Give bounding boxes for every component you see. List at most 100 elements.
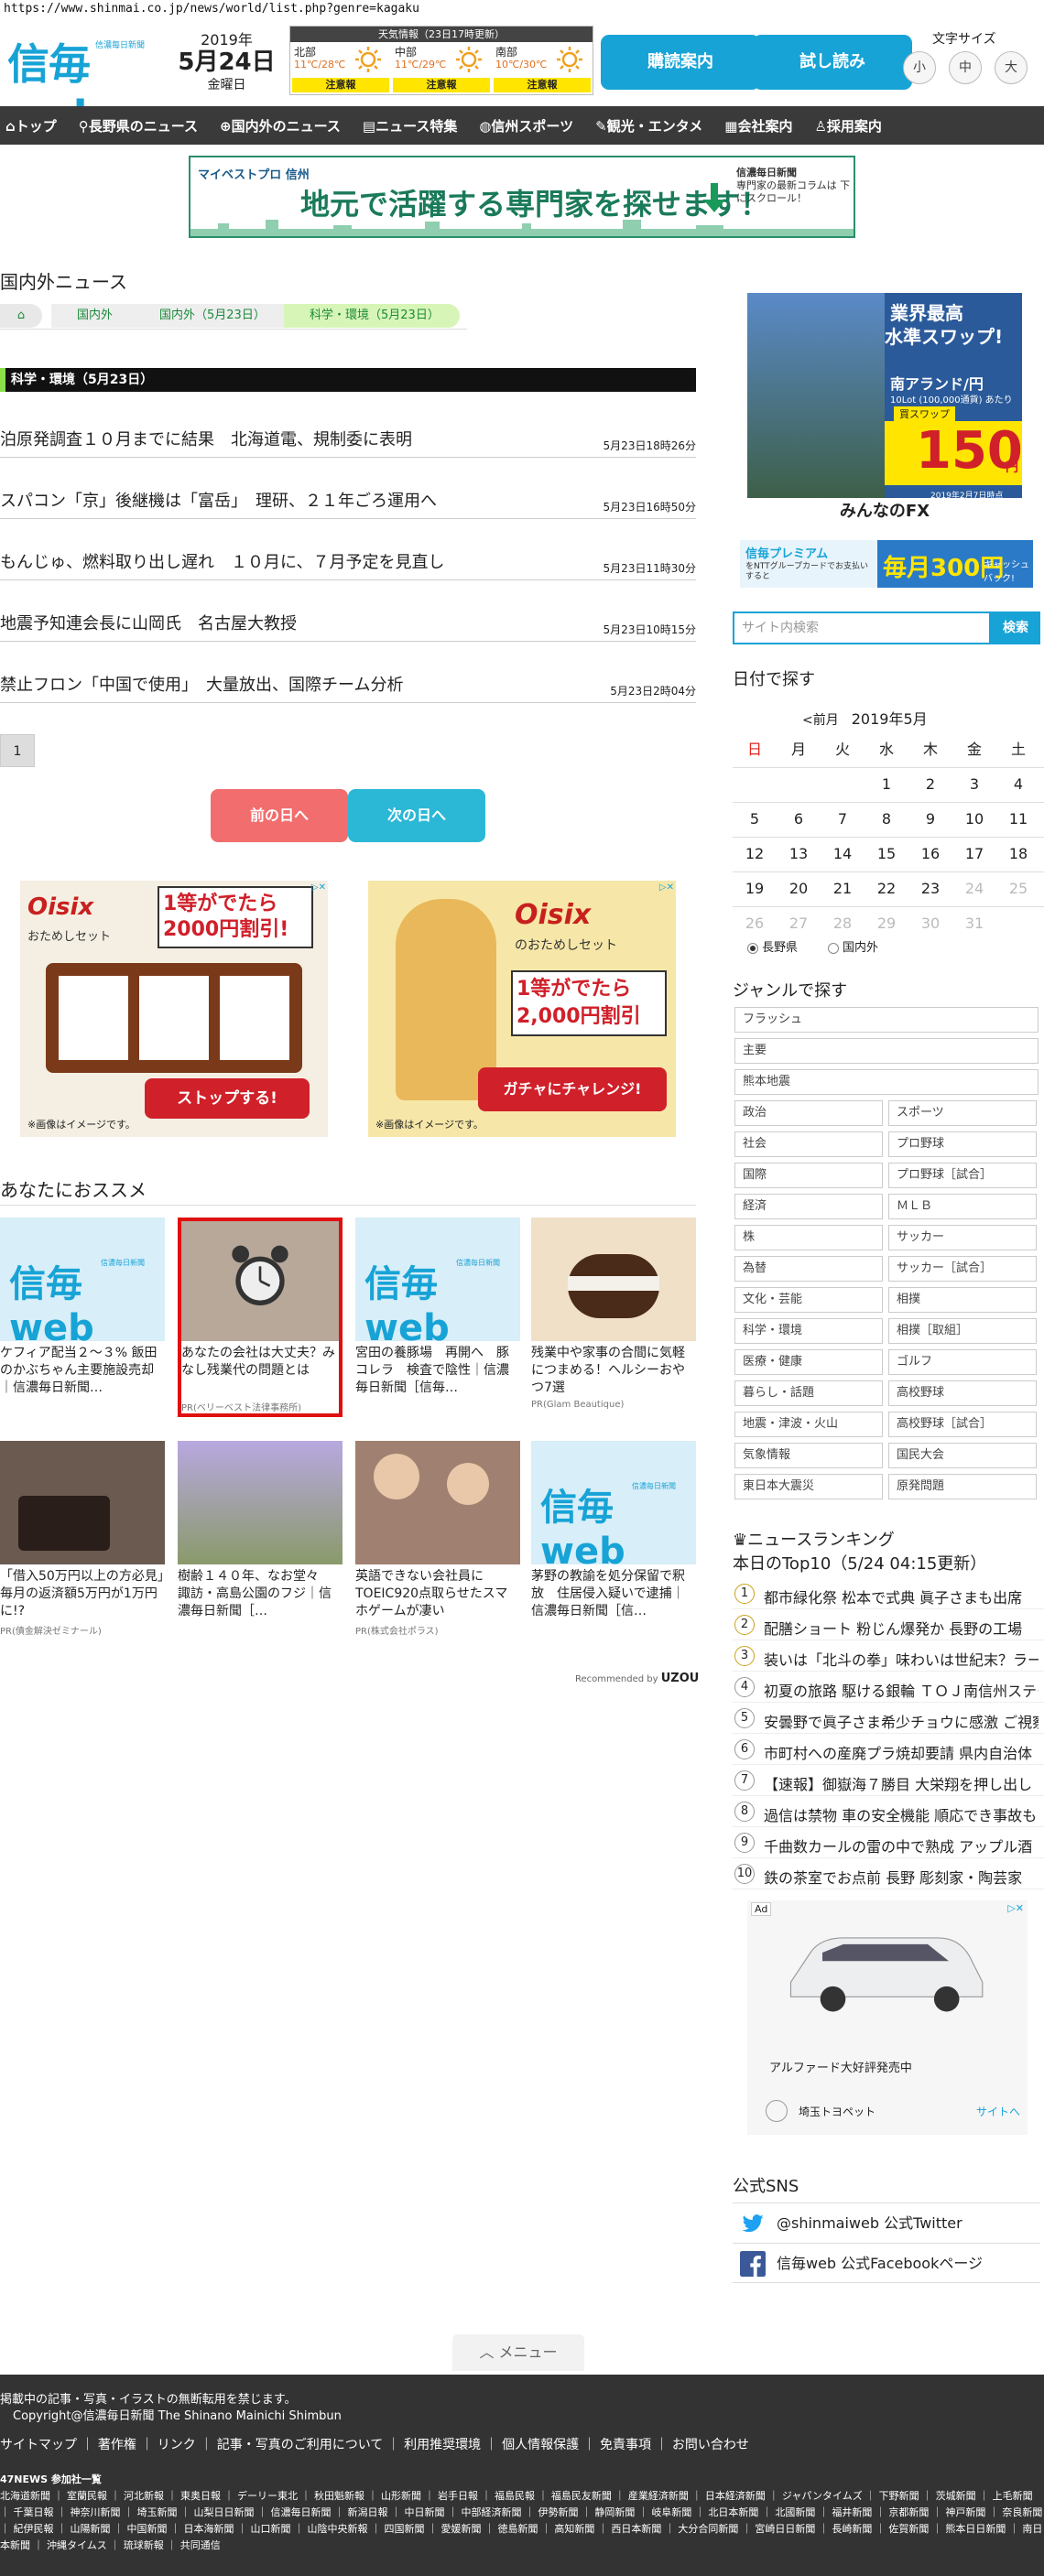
toyota-ad[interactable]: Ad ▷✕ アルファード大好評発売中 埼玉トヨペット サイトへ	[747, 1900, 1028, 2135]
genre-item[interactable]: ＭＬＢ	[888, 1194, 1037, 1219]
prev-day-button[interactable]: 前の日へ	[211, 789, 348, 842]
genre-item[interactable]: 為替	[734, 1256, 883, 1282]
genre-main[interactable]: 主要	[734, 1038, 1039, 1064]
cal-day[interactable]: 19	[733, 871, 777, 906]
genre-item[interactable]: ゴルフ	[888, 1349, 1037, 1375]
news-item[interactable]: スパコン「京」後継機は「富岳」 理研、２１年ごろ運用へ 5月23日16時50分	[0, 482, 696, 519]
nav-feature[interactable]: ▤ニュース特集	[363, 116, 457, 135]
crumb-world[interactable]: 国内外	[51, 304, 143, 328]
genre-item[interactable]: 医療・健康	[734, 1349, 883, 1375]
adchoices-icon[interactable]: ▷✕	[311, 882, 326, 893]
genre-item[interactable]: スポーツ	[888, 1100, 1037, 1126]
genre-item[interactable]: 暮らし・話題	[734, 1380, 883, 1406]
nav-entame[interactable]: ✎観光・エンタメ	[595, 116, 702, 135]
twitter-link[interactable]: @shinmaiweb 公式Twitter	[733, 2203, 1040, 2243]
genre-item[interactable]: 相撲	[888, 1287, 1037, 1313]
genre-item[interactable]: 政治	[734, 1100, 883, 1126]
ranking-item[interactable]: 9 千曲数カールの雷の中で熟成 アップル酒	[733, 1829, 1044, 1858]
cal-day[interactable]: 13	[777, 837, 821, 871]
ranking-item[interactable]: 5 安曇野で眞子さま希少チョウに感激 ご視察	[733, 1705, 1044, 1734]
subscribe-button[interactable]: 購読案内	[601, 35, 760, 90]
genre-item[interactable]: 地震・津波・火山	[734, 1412, 883, 1437]
cal-day[interactable]: 1	[865, 767, 908, 802]
font-large-button[interactable]: 大	[995, 51, 1028, 84]
genre-item[interactable]: 文化・芸能	[734, 1287, 883, 1313]
footer-papers[interactable]: 北海道新聞 ｜ 室蘭民報 ｜ 河北新報 ｜ 東奥日報 ｜ デーリー東北 ｜ 秋田…	[0, 2488, 1044, 2554]
news-item[interactable]: 禁止フロン「中国で使用」 大量放出、国際チーム分析 5月23日2時04分	[0, 666, 696, 703]
genre-item[interactable]: 高校野球［試合］	[888, 1412, 1037, 1437]
prev-month-link[interactable]: <前月	[802, 713, 839, 728]
genre-item[interactable]: サッカー［試合］	[888, 1256, 1037, 1282]
ranking-item[interactable]: 7 【速報】御嶽海７勝目 大栄翔を押し出し	[733, 1767, 1044, 1796]
nav-world[interactable]: ⊕国内外のニュース	[220, 116, 341, 135]
genre-item[interactable]: 国民大会	[888, 1443, 1037, 1468]
nav-nagano[interactable]: ⚲長野県のニュース	[79, 116, 198, 135]
next-day-button[interactable]: 次の日へ	[348, 789, 485, 842]
genre-item[interactable]: 高校野球	[888, 1380, 1037, 1406]
ranking-item[interactable]: 10 鉄の茶室でお点前 長野 彫刻家・陶芸家	[733, 1860, 1044, 1889]
ranking-item[interactable]: 4 初夏の旅路 駆ける銀輪 ＴＯＪ南信州ステージ	[733, 1673, 1044, 1703]
crumb-world-date[interactable]: 国内外（5月23日）	[134, 304, 304, 328]
genre-item[interactable]: 東日本大震災	[734, 1474, 883, 1499]
genre-item[interactable]: 科学・環境	[734, 1318, 883, 1344]
rec-card[interactable]: 信毎web 信濃毎日新聞 宮田の養豚場 再開へ 豚コレラ 検査で陰性｜信濃毎日新聞…	[355, 1218, 520, 1414]
cal-day[interactable]: 17	[952, 837, 996, 871]
crumb-home[interactable]: ⌂	[0, 304, 42, 328]
cal-day[interactable]: 21	[821, 871, 865, 906]
genre-kumamoto[interactable]: 熊本地震	[734, 1069, 1039, 1095]
cal-day[interactable]: 16	[908, 837, 952, 871]
cal-day[interactable]: 22	[865, 871, 908, 906]
cal-day[interactable]: 2	[908, 767, 952, 802]
ranking-item[interactable]: 2 配膳ショート 粉じん爆発か 長野の工場	[733, 1611, 1044, 1640]
genre-item[interactable]: 原発問題	[888, 1474, 1037, 1499]
site-search-input[interactable]: サイト内検索	[733, 612, 991, 644]
nav-recruit[interactable]: ♙採用案内	[814, 116, 881, 135]
cal-day[interactable]: 20	[777, 871, 821, 906]
cal-day[interactable]: 18	[996, 837, 1040, 871]
ranking-item[interactable]: 1 都市緑化祭 松本で式典 眞子さまも出席	[733, 1580, 1044, 1609]
genre-item[interactable]: サッカー	[888, 1225, 1037, 1250]
menu-toggle[interactable]: ︿ メニュー	[452, 2334, 584, 2371]
ranking-item[interactable]: 8 過信は禁物 車の安全機能 順応でき事故も	[733, 1798, 1044, 1827]
rec-card[interactable]: 「借入50万円以上の方必見」毎月の返済額5万円が1万円に!? PR(債金解決ゼミ…	[0, 1441, 165, 1637]
page-number-button[interactable]: 1	[0, 734, 35, 767]
cal-day[interactable]: 8	[865, 802, 908, 837]
weather-box[interactable]: 天気情報（23日17時更新） 北部 11℃/28℃ 注意報 中部 11℃/29℃…	[289, 26, 593, 95]
radio-world[interactable]: 国内外	[828, 937, 878, 955]
genre-item[interactable]: 相撲［取組］	[888, 1318, 1037, 1344]
font-small-button[interactable]: 小	[903, 51, 936, 84]
genre-item[interactable]: 経済	[734, 1194, 883, 1219]
cal-day[interactable]: 6	[777, 802, 821, 837]
genre-item[interactable]: 国際	[734, 1163, 883, 1188]
rec-card[interactable]: 信毎web 信濃毎日新聞 ケフィア配当２～３% 飯田のかぶちゃん主要施設売却｜信濃…	[0, 1218, 165, 1414]
ad-banner[interactable]: マイベストプロ 信州 地元で活躍する専門家を探せます！ 信濃毎日新聞 専門家の最新…	[189, 156, 855, 238]
news-item[interactable]: もんじゅ、燃料取り出し遅れ １０月に、７月予定を見直し 5月23日11時30分	[0, 544, 696, 580]
nav-company[interactable]: ▦会社案内	[724, 116, 792, 135]
rec-card[interactable]: 信毎web 信濃毎日新聞 茅野の教諭を処分保留で釈放 住居侵入疑いで逮捕｜信濃毎日…	[531, 1441, 696, 1638]
cal-day[interactable]: 4	[996, 767, 1040, 802]
site-logo[interactable]: 信濃毎日新聞 信毎web	[7, 27, 170, 141]
rec-card[interactable]: 英語できない会社員にTOEIC920点取らせたスマホゲームが凄い PR(株式会社…	[355, 1441, 520, 1637]
ranking-item[interactable]: 6 市町村への産廃プラ焼却要請 県内自治体	[733, 1736, 1044, 1765]
premium-banner[interactable]: 信毎プレミアム をNTTグループカードでお支払いすると 毎月300円 キャッシュ…	[740, 540, 1033, 588]
genre-item[interactable]: 株	[734, 1225, 883, 1250]
genre-item[interactable]: 気象情報	[734, 1443, 883, 1468]
ranking-item[interactable]: 3 装いは「北斗の拳」味わいは世紀末？ラーメン	[733, 1642, 1044, 1672]
cal-day[interactable]: 9	[908, 802, 952, 837]
rec-card[interactable]: 残業中や家事の合間に気軽につまめる！ヘルシーおやつ7選 PR(Glam Beau…	[531, 1218, 696, 1410]
toyota-site-link[interactable]: サイトへ	[976, 2104, 1020, 2119]
nav-top[interactable]: ⌂トップ	[5, 116, 57, 135]
cal-day[interactable]: 14	[821, 837, 865, 871]
footer-links[interactable]: サイトマップ ｜ 著作権 ｜ リンク ｜ 記事・写真のご利用について ｜ 利用推…	[0, 2435, 749, 2453]
cal-day[interactable]: 3	[952, 767, 996, 802]
trial-button[interactable]: 試し読み	[753, 35, 912, 90]
cal-day[interactable]: 23	[908, 871, 952, 906]
oisix-ad-2[interactable]: Oisix のおためしセット 1等がでたら 2,000円割引 ガチャにチャレンジ…	[368, 881, 676, 1137]
cal-day[interactable]: 7	[821, 802, 865, 837]
cal-day[interactable]: 5	[733, 802, 777, 837]
cal-day[interactable]: 11	[996, 802, 1040, 837]
adchoices-icon[interactable]: ▷✕	[1007, 1902, 1024, 1914]
ad-cta-button[interactable]: ガチャにチャレンジ!	[478, 1067, 667, 1111]
cal-day[interactable]: 15	[865, 837, 908, 871]
adchoices-icon[interactable]: ▷✕	[659, 882, 674, 893]
